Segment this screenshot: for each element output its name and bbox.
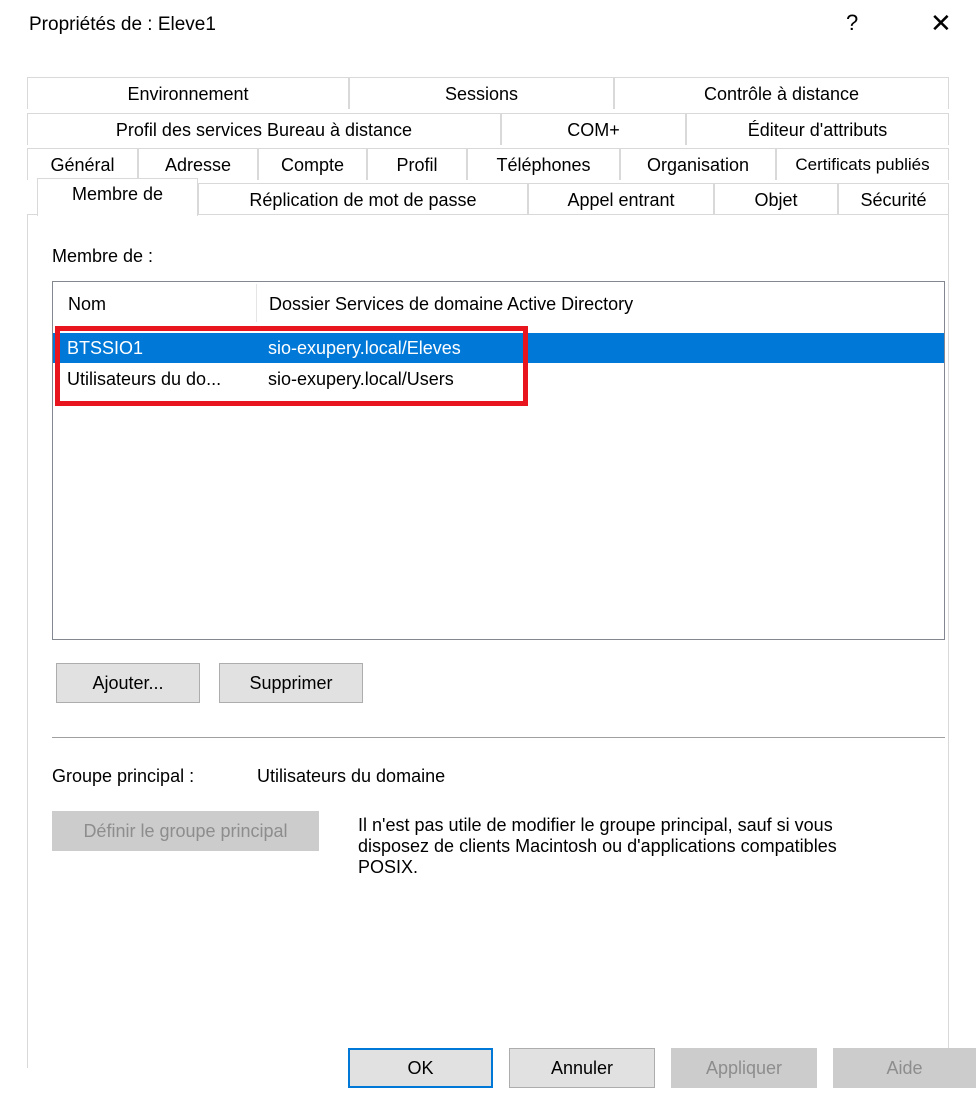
tab-sessions[interactable]: Sessions [349, 77, 614, 109]
tab-adresse[interactable]: Adresse [138, 148, 258, 180]
tab-profil[interactable]: Profil [367, 148, 467, 180]
add-button[interactable]: Ajouter... [56, 663, 200, 703]
list-item-name: BTSSIO1 [67, 338, 144, 358]
remove-button[interactable]: Supprimer [219, 663, 363, 703]
list-item-folder: sio-exupery.local/Eleves [268, 338, 461, 358]
tab-replication-mot-de-passe[interactable]: Réplication de mot de passe [198, 183, 528, 215]
list-item-folder: sio-exupery.local/Users [268, 369, 454, 389]
tab-com-plus[interactable]: COM+ [501, 113, 686, 145]
tab-profil-services-bureau[interactable]: Profil des services Bureau à distance [27, 113, 501, 145]
tab-environnement[interactable]: Environnement [27, 77, 349, 109]
tab-general[interactable]: Général [27, 148, 138, 180]
primary-group-info: Il n'est pas utile de modifier le groupe… [358, 815, 837, 878]
divider [52, 737, 945, 738]
tab-compte[interactable]: Compte [258, 148, 367, 180]
apply-button[interactable]: Appliquer [671, 1048, 817, 1088]
tab-controle-a-distance[interactable]: Contrôle à distance [614, 77, 949, 109]
tab-membre-de[interactable]: Membre de [37, 178, 198, 216]
column-header-dossier[interactable]: Dossier Services de domaine Active Direc… [269, 294, 633, 315]
help-button[interactable]: Aide [833, 1048, 976, 1088]
window-title: Propriétés de : Eleve1 [29, 14, 216, 35]
tab-editeur-attributs[interactable]: Éditeur d'attributs [686, 113, 949, 145]
primary-group-value: Utilisateurs du domaine [257, 766, 446, 786]
close-icon[interactable]: ✕ [930, 8, 952, 39]
tab-telephones[interactable]: Téléphones [467, 148, 620, 180]
member-of-label: Membre de : [52, 246, 154, 266]
set-primary-group-button[interactable]: Définir le groupe principal [52, 811, 319, 851]
ok-button[interactable]: OK [348, 1048, 493, 1088]
tab-certificats-publies[interactable]: Certificats publiés [776, 148, 949, 180]
list-item[interactable]: BTSSIO1 sio-exupery.local/Eleves [53, 333, 944, 363]
primary-group-info-line: disposez de clients Macintosh ou d'appli… [358, 836, 837, 856]
tab-objet[interactable]: Objet [714, 183, 838, 215]
tab-organisation[interactable]: Organisation [620, 148, 776, 180]
list-item-name: Utilisateurs du do... [67, 369, 222, 389]
tab-appel-entrant[interactable]: Appel entrant [528, 183, 714, 215]
primary-group-label: Groupe principal : [52, 766, 195, 786]
list-item[interactable]: Utilisateurs du do... sio-exupery.local/… [53, 364, 944, 394]
cancel-button[interactable]: Annuler [509, 1048, 655, 1088]
tab-securite[interactable]: Sécurité [838, 183, 949, 215]
help-icon[interactable]: ? [846, 10, 858, 36]
primary-group-info-line: POSIX. [358, 857, 419, 877]
primary-group-info-line: Il n'est pas utile de modifier le groupe… [358, 815, 833, 835]
column-header-nom[interactable]: Nom [68, 294, 106, 315]
column-separator[interactable] [256, 284, 257, 322]
